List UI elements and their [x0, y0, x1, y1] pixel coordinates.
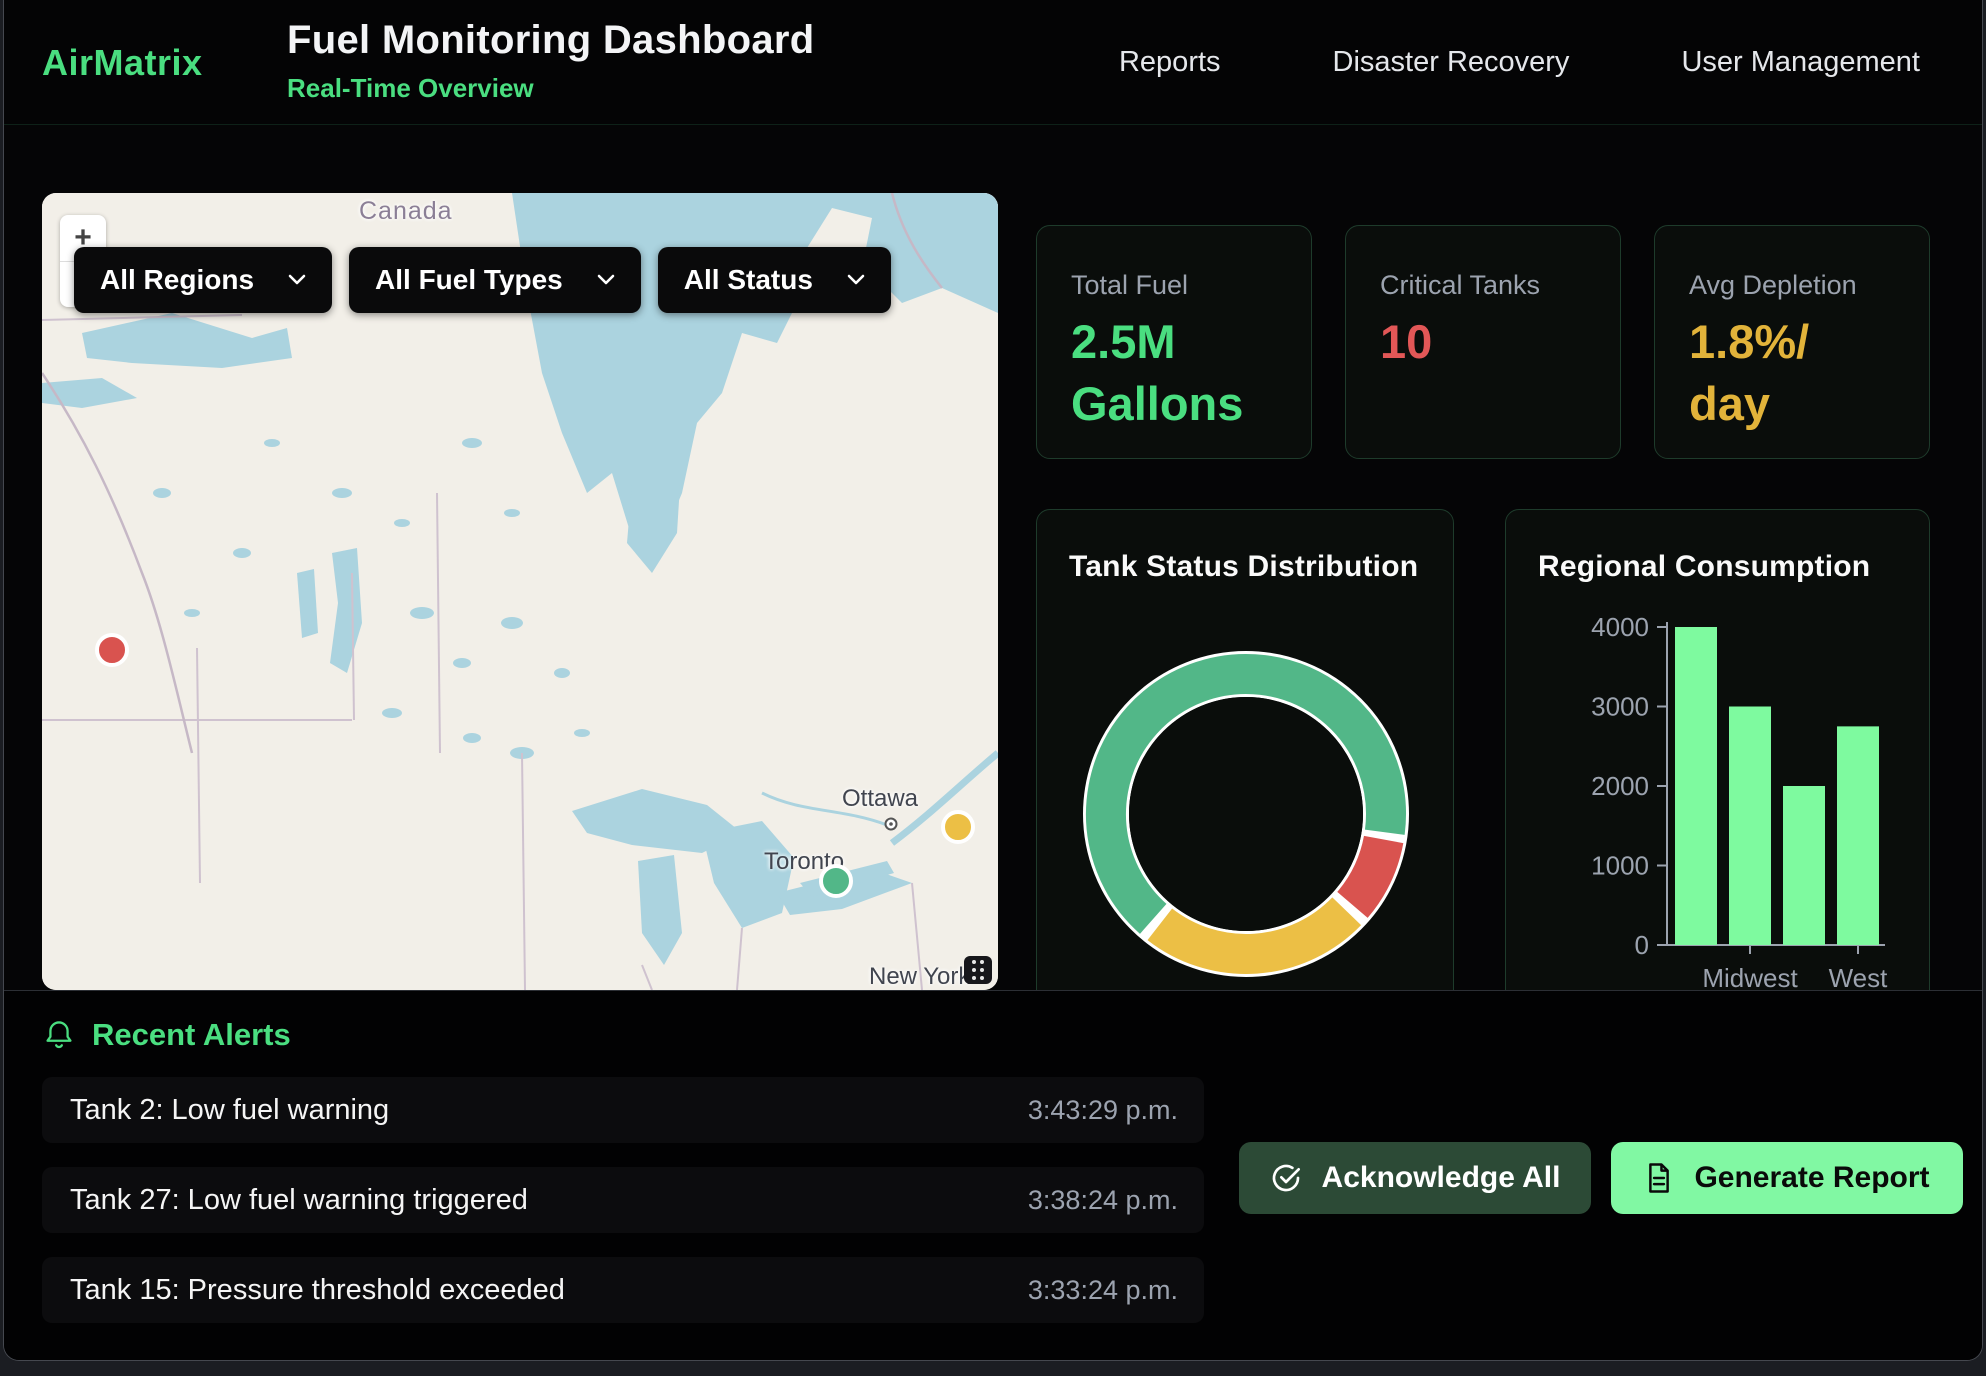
title-block: Fuel Monitoring Dashboard Real-Time Over…	[287, 18, 814, 104]
generate-report-button[interactable]: Generate Report	[1611, 1142, 1963, 1214]
svg-text:4000: 4000	[1591, 612, 1649, 642]
stat-value: 10	[1380, 311, 1586, 373]
generate-report-label: Generate Report	[1694, 1161, 1929, 1195]
tank-status-chart-card: Tank Status Distribution	[1036, 509, 1454, 991]
stat-card-avg-depletion: Avg Depletion 1.8%/ day	[1654, 225, 1930, 459]
page-subtitle: Real-Time Overview	[287, 73, 814, 104]
stat-card-total-fuel: Total Fuel 2.5M Gallons	[1036, 225, 1312, 459]
stat-label: Total Fuel	[1071, 270, 1277, 301]
charts-row: Tank Status Distribution Regional Consum…	[1036, 509, 1930, 991]
svg-text:0: 0	[1635, 930, 1649, 960]
regional-consumption-chart-card: Regional Consumption 01000200030004000Mi…	[1505, 509, 1930, 991]
acknowledge-all-label: Acknowledge All	[1322, 1161, 1561, 1195]
check-circle-icon	[1270, 1162, 1302, 1194]
bell-icon	[44, 1019, 74, 1051]
alert-row: Tank 2: Low fuel warning 3:43:29 p.m.	[42, 1077, 1204, 1143]
tank-marker-critical[interactable]	[95, 633, 129, 667]
stat-value: 1.8%/ day	[1689, 311, 1895, 435]
tank-marker-warning[interactable]	[941, 810, 975, 844]
alert-row: Tank 15: Pressure threshold exceeded 3:3…	[42, 1257, 1204, 1323]
status-filter-value: All Status	[684, 264, 813, 296]
alert-time: 3:33:24 p.m.	[1028, 1275, 1204, 1306]
chevron-down-icon	[288, 274, 306, 286]
alert-row: Tank 27: Low fuel warning triggered 3:38…	[42, 1167, 1204, 1233]
bar-chart: 0 1000 2000 3000 4000 Midwest West	[1506, 510, 1930, 991]
alert-time: 3:38:24 p.m.	[1028, 1185, 1204, 1216]
tank-marker-normal[interactable]	[819, 864, 853, 898]
chevron-down-icon	[847, 274, 865, 286]
stat-cards-row: Total Fuel 2.5M Gallons Critical Tanks 1…	[1036, 225, 1930, 459]
svg-text:2000: 2000	[1591, 771, 1649, 801]
city-dot-icon	[884, 817, 898, 831]
region-filter-select[interactable]: All Regions	[74, 247, 332, 313]
page-title: Fuel Monitoring Dashboard	[287, 18, 814, 63]
stat-card-critical-tanks: Critical Tanks 10	[1345, 225, 1621, 459]
alerts-title: Recent Alerts	[92, 1017, 291, 1053]
alert-text: Tank 15: Pressure threshold exceeded	[42, 1274, 1028, 1307]
dashboard-root: AirMatrix Fuel Monitoring Dashboard Real…	[3, 0, 1983, 1361]
svg-text:West: West	[1829, 963, 1889, 991]
svg-text:3000: 3000	[1591, 692, 1649, 722]
recent-alerts-panel: Recent Alerts Tank 2: Low fuel warning 3…	[4, 990, 1982, 1361]
nav-disaster-recovery[interactable]: Disaster Recovery	[1333, 46, 1570, 79]
alerts-header: Recent Alerts	[44, 1017, 291, 1053]
brand-logo: AirMatrix	[42, 42, 203, 84]
main-nav: Reports Disaster Recovery User Managemen…	[1119, 0, 1920, 124]
region-filter-value: All Regions	[100, 264, 254, 296]
stat-label: Critical Tanks	[1380, 270, 1586, 301]
header: AirMatrix Fuel Monitoring Dashboard Real…	[4, 0, 1982, 125]
stat-value: 2.5M Gallons	[1071, 311, 1277, 435]
map-filters: All Regions All Fuel Types All Status	[74, 247, 891, 313]
svg-text:1000: 1000	[1591, 851, 1649, 881]
status-filter-select[interactable]: All Status	[658, 247, 891, 313]
fuel-type-filter-select[interactable]: All Fuel Types	[349, 247, 641, 313]
nav-user-management[interactable]: User Management	[1681, 46, 1920, 79]
chevron-down-icon	[597, 274, 615, 286]
map-drag-handle-icon[interactable]	[964, 956, 992, 984]
acknowledge-all-button[interactable]: Acknowledge All	[1239, 1142, 1591, 1214]
alert-text: Tank 2: Low fuel warning	[42, 1094, 1028, 1127]
donut-chart	[1037, 510, 1455, 991]
alert-time: 3:43:29 p.m.	[1028, 1095, 1204, 1126]
map-label-ottawa: Ottawa	[842, 785, 918, 813]
fuel-type-filter-value: All Fuel Types	[375, 264, 563, 296]
nav-reports[interactable]: Reports	[1119, 46, 1221, 79]
alert-text: Tank 27: Low fuel warning triggered	[42, 1184, 1028, 1217]
map-label-newyork: New York	[869, 963, 970, 990]
map-panel[interactable]: Canada Ottawa Toronto New York + − All R…	[42, 193, 998, 990]
stat-label: Avg Depletion	[1689, 270, 1895, 301]
map-label-canada: Canada	[359, 197, 453, 226]
svg-text:Midwest: Midwest	[1702, 963, 1798, 991]
alert-list: Tank 2: Low fuel warning 3:43:29 p.m. Ta…	[42, 1077, 1204, 1347]
document-icon	[1644, 1162, 1674, 1194]
